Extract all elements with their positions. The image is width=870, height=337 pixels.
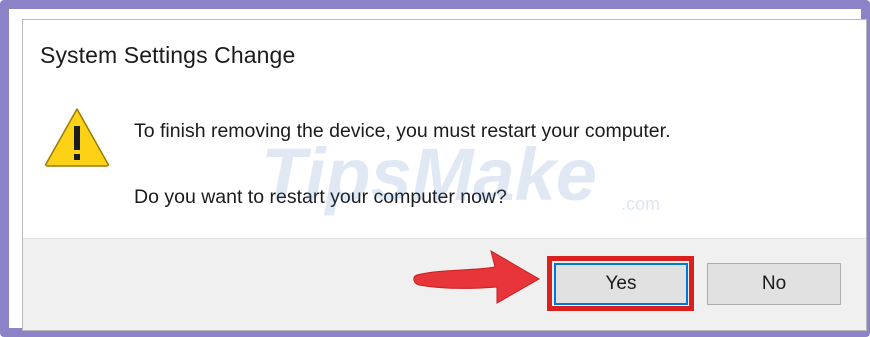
no-button[interactable]: No bbox=[707, 263, 841, 305]
message-line-2: Do you want to restart your computer now… bbox=[134, 186, 507, 208]
system-settings-change-dialog: System Settings Change To finish removin… bbox=[22, 19, 867, 331]
yes-button[interactable]: Yes bbox=[554, 263, 688, 305]
warning-triangle-icon bbox=[45, 108, 109, 167]
dialog-title: System Settings Change bbox=[40, 42, 296, 68]
red-arrow-icon bbox=[413, 249, 540, 304]
dialog-button-bar: Yes No bbox=[23, 238, 866, 330]
watermark-suffix: .com bbox=[621, 194, 660, 214]
message-line-1: To finish removing the device, you must … bbox=[134, 120, 671, 142]
